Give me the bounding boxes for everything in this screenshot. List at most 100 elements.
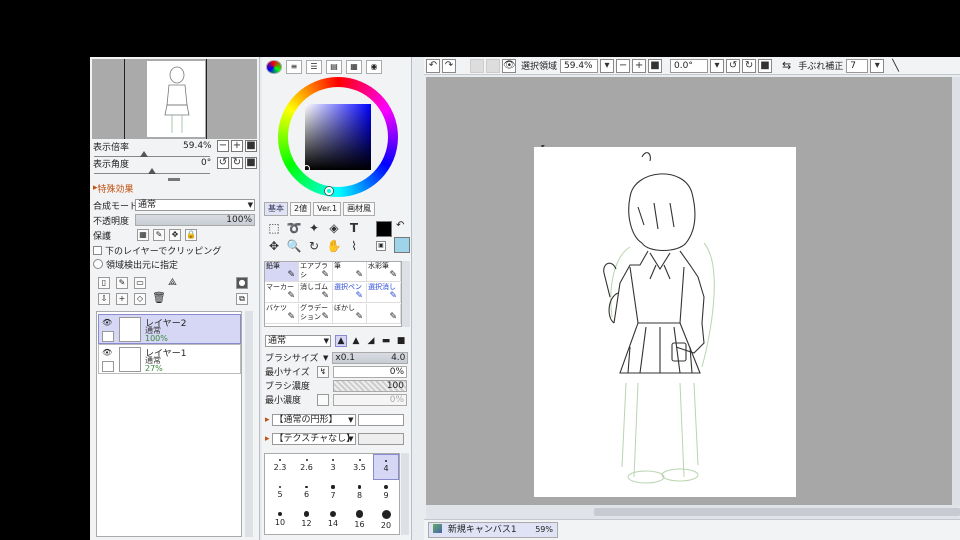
edge-round-icon[interactable]: ▬: [380, 335, 392, 347]
hand-icon[interactable]: ✋: [326, 239, 342, 253]
brush-size-preset[interactable]: 14: [320, 508, 346, 534]
brush-tool-cell[interactable]: ✎: [367, 304, 401, 324]
brush-tool-cell[interactable]: 消しゴム ✎: [299, 283, 333, 303]
stabilizer-dropdown-icon[interactable]: ▾: [870, 58, 885, 73]
stabilizer-field[interactable]: 7: [846, 58, 869, 73]
brush-size-preset[interactable]: 2.6: [294, 454, 320, 480]
lasso-icon[interactable]: ➰: [286, 221, 302, 235]
transparent-color-icon[interactable]: ▣: [376, 241, 386, 251]
flip-horizontal-icon[interactable]: ⇆: [782, 59, 791, 72]
rgb-slider-tab-icon[interactable]: ≡: [286, 60, 302, 74]
edge-medium-icon[interactable]: ▲: [350, 335, 362, 347]
new-layer-icon[interactable]: ▯: [98, 277, 110, 289]
canvas-vertical-scrollbar[interactable]: [952, 77, 960, 505]
rotate-icon[interactable]: ↻: [306, 239, 322, 253]
eye-icon[interactable]: 👁: [502, 58, 516, 73]
invert-selection-icon[interactable]: [486, 58, 500, 73]
tab-ver1[interactable]: Ver.1: [313, 202, 342, 216]
brush-tool-cell[interactable]: エアブラシ ✎: [299, 262, 333, 282]
brush-size-preset[interactable]: 2.3: [267, 454, 293, 480]
document-tab[interactable]: 新規キャンバス1 59%: [428, 522, 558, 538]
undo-icon[interactable]: ↶: [426, 58, 440, 73]
rotate-reset-icon[interactable]: ■: [758, 58, 773, 73]
color-wheel-tab-icon[interactable]: [266, 60, 282, 74]
rotate-reset-button[interactable]: ■: [245, 157, 257, 169]
blend-mode-select[interactable]: 通常 ▼: [135, 199, 255, 211]
layer-row[interactable]: 👁 レイヤー2 通常 100%: [98, 314, 241, 344]
trash-icon[interactable]: 🗑: [152, 292, 166, 305]
min-density-slider[interactable]: 0%: [333, 393, 407, 406]
brush-texture-select[interactable]: 【テクスチャなし】 ▼: [271, 432, 356, 445]
layer-mask-icon[interactable]: ●: [236, 277, 248, 289]
brush-size-preset[interactable]: 8: [347, 481, 373, 507]
zoom-in-icon[interactable]: +: [632, 58, 647, 73]
brush-tool-cell[interactable]: 水彩筆 ✎: [367, 262, 401, 282]
brush-size-preset[interactable]: 5: [267, 481, 293, 507]
eye-icon[interactable]: 👁: [102, 318, 114, 328]
zoom-out-button[interactable]: −: [217, 140, 229, 152]
brush-size-preset[interactable]: 7: [320, 481, 346, 507]
canvas-area[interactable]: ↖: [426, 77, 960, 521]
brush-size-preset[interactable]: 6: [294, 481, 320, 507]
brush-tool-cell[interactable]: 鉛筆 ✎: [265, 262, 299, 282]
color-picker-cursor[interactable]: [303, 165, 310, 172]
tab-basic[interactable]: 基本: [264, 202, 288, 216]
brush-tool-cell[interactable]: 選択消し ✎: [367, 283, 401, 303]
opacity-slider[interactable]: 100%: [135, 214, 255, 226]
secondary-color-swatch[interactable]: [394, 237, 410, 253]
shape-icon[interactable]: ◈: [326, 221, 342, 235]
rotate-right-button[interactable]: ↻: [231, 157, 243, 169]
clip-row[interactable]: 下のレイヤーでクリッピング: [93, 243, 221, 257]
angle-slider-knob[interactable]: [148, 168, 156, 174]
brush-size-preset[interactable]: 3.5: [347, 454, 373, 480]
panel-splitter-handle[interactable]: [168, 178, 180, 181]
hsv-slider-tab-icon[interactable]: ☰: [306, 60, 322, 74]
brush-shape-select[interactable]: 【通常の円形】 ▼: [271, 413, 356, 426]
brush-size-preset[interactable]: 9: [373, 481, 399, 507]
layer-effects-icon[interactable]: ⟁: [168, 277, 177, 288]
swatch-tab-icon[interactable]: ▦: [346, 60, 362, 74]
clear-layer-icon[interactable]: ◇: [134, 293, 146, 305]
brush-size-preset[interactable]: 3: [320, 454, 346, 480]
layer-properties-icon[interactable]: ⧉: [236, 293, 248, 305]
zoom-in-button[interactable]: +: [231, 140, 243, 152]
brush-size-preset[interactable]: 10: [267, 508, 293, 534]
zoom-icon[interactable]: 🔍: [286, 239, 302, 253]
redo-icon[interactable]: ↷: [442, 58, 456, 73]
brush-size-slider[interactable]: x0.1 4.0: [332, 351, 409, 364]
layer-scrollbar[interactable]: [245, 311, 253, 537]
brush-size-preset[interactable]: 12: [294, 508, 320, 534]
primary-color-swatch[interactable]: [376, 221, 392, 237]
min-size-slider[interactable]: 0%: [333, 365, 407, 378]
eyedropper-icon[interactable]: ⌇: [346, 239, 362, 253]
scratchpad-tab-icon[interactable]: ◉: [366, 60, 382, 74]
zoom-reset-icon[interactable]: ■: [648, 58, 663, 73]
eye-icon[interactable]: 👁: [102, 348, 114, 358]
zoom-field[interactable]: 59.4%: [560, 58, 599, 73]
brush-grid-scrollbar[interactable]: [402, 261, 410, 327]
pressure-size-icon[interactable]: ↯: [317, 365, 329, 378]
tab-media[interactable]: 画材風: [343, 202, 376, 216]
lock-move-icon[interactable]: ✥: [169, 229, 181, 241]
brush-texture-strength[interactable]: [357, 432, 404, 445]
swap-colors-icon[interactable]: ↶: [396, 220, 404, 231]
brush-shape-strength[interactable]: [357, 413, 404, 426]
lock-paint-icon[interactable]: ✎: [153, 229, 165, 241]
hue-ring-cursor[interactable]: [325, 187, 333, 195]
brush-tool-cell[interactable]: マーカー ✎: [265, 283, 299, 303]
gradation-tab-icon[interactable]: ▤: [326, 60, 342, 74]
edge-hard-icon[interactable]: ▲: [335, 334, 347, 347]
new-folder-icon[interactable]: ▭: [134, 277, 146, 289]
edge-soft-icon[interactable]: ◢: [365, 335, 377, 347]
rotate-ccw-icon[interactable]: ↺: [726, 58, 741, 73]
brush-tool-cell[interactable]: 選択ペン ✎: [333, 283, 367, 303]
move-icon[interactable]: ✥: [266, 239, 282, 253]
detect-row[interactable]: 領域検出元に指定: [93, 257, 178, 271]
caret-down-icon[interactable]: ▼: [323, 354, 328, 362]
new-linework-layer-icon[interactable]: ✎: [116, 277, 128, 289]
tab-binary[interactable]: 2値: [290, 202, 312, 216]
brush-tool-cell[interactable]: バケツ ✎: [265, 304, 299, 324]
clip-checkbox[interactable]: [93, 245, 102, 255]
brush-size-preset[interactable]: 20: [373, 508, 399, 534]
preset-scrollbar[interactable]: [401, 453, 409, 535]
